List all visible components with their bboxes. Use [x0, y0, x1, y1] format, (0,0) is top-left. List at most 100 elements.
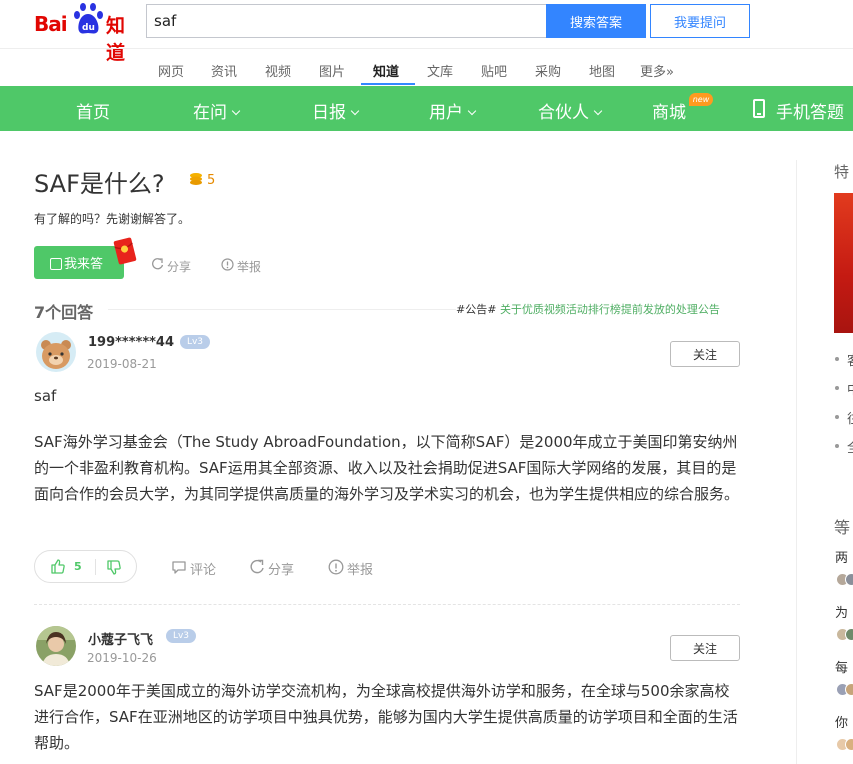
edit-icon [50, 258, 62, 270]
answer-text: SAF海外学习基金会（The Study AbroadFoundation，以下… [34, 433, 740, 503]
sidebar-divider [796, 160, 797, 764]
mini-avatar [845, 573, 853, 586]
tab-images[interactable]: 图片 [319, 61, 345, 80]
chevron-down-icon [350, 106, 360, 116]
bullet [835, 386, 839, 390]
nav-mobile-label: 手机答题 [776, 103, 844, 123]
answer-report-link[interactable]: 举报 [328, 559, 373, 578]
reward-coins: 5 [207, 173, 216, 188]
question-share-link[interactable]: 分享 [151, 258, 191, 275]
sidebar-question[interactable]: 每 [835, 657, 848, 676]
phone-icon [753, 99, 765, 118]
nav-partner-label: 合伙人 [538, 103, 589, 123]
sidebar-list-item[interactable]: 中 [847, 379, 853, 398]
nav-ribao[interactable]: 日报 [312, 98, 360, 123]
nav-ribao-label: 日报 [312, 103, 346, 123]
answer-username[interactable]: 小蔻子飞飞 [88, 629, 153, 648]
avatar-bear-image [36, 332, 76, 372]
announcement-tag: #公告# [456, 303, 497, 316]
chevron-down-icon [593, 106, 603, 116]
answer-text: SAF是2000年于美国成立的海外访学交流机构，为全球高校提供海外访学和服务，在… [34, 682, 738, 752]
main-nav: 首页 在问 日报 用户 合伙人 商城 手机答题 [0, 86, 853, 131]
vote-box: 5 [34, 550, 137, 583]
answer-separator [34, 604, 740, 605]
answer-count: 7个回答 [34, 303, 94, 322]
paw-icon: du [74, 3, 103, 34]
announcement: #公告# 关于优质视频活动排行榜提前发放的处理公告 [456, 301, 720, 317]
share-icon [152, 258, 164, 270]
report-icon [328, 559, 344, 575]
thumbs-up-icon[interactable] [51, 559, 65, 574]
answer-share-link[interactable]: 分享 [249, 559, 294, 578]
sidebar-list-item[interactable]: 往 [847, 408, 853, 427]
tab-web[interactable]: 网页 [158, 61, 184, 80]
search-answer-button[interactable]: 搜索答案 [546, 4, 646, 38]
question-report-link[interactable]: 举报 [221, 258, 261, 275]
nav-mobile-answer[interactable]: 手机答题 [776, 98, 844, 123]
bullet [835, 357, 839, 361]
follow-button[interactable]: 关注 [670, 635, 740, 661]
question-description: 有了解的吗？先谢谢解答了。 [34, 212, 191, 226]
nav-zaiwen-label: 在问 [193, 103, 227, 123]
bullet [835, 415, 839, 419]
nav-mall[interactable]: 商城 [652, 98, 686, 123]
search-input[interactable] [146, 4, 547, 38]
sidebar-list-item[interactable]: 客 [847, 350, 853, 369]
logo-text-bai: Bai [34, 12, 68, 36]
channel-tabs: 网页 资讯 视频 图片 知道 文库 贴吧 采购 地图 更多» [0, 48, 853, 86]
coin-icon [190, 173, 202, 185]
nav-zaiwen[interactable]: 在问 [193, 98, 241, 123]
comment-link[interactable]: 评论 [171, 559, 216, 578]
nav-home-label: 首页 [76, 103, 110, 123]
sidebar-question[interactable]: 你 [835, 712, 848, 731]
tab-tieba[interactable]: 贴吧 [481, 61, 507, 80]
tab-wenku[interactable]: 文库 [427, 61, 453, 80]
tab-map[interactable]: 地图 [589, 61, 615, 80]
mini-avatar [845, 683, 853, 696]
new-badge: new [689, 93, 713, 106]
ask-question-button[interactable]: 我要提问 [650, 4, 750, 38]
nav-mall-label: 商城 [652, 103, 686, 123]
tab-news[interactable]: 资讯 [211, 61, 237, 80]
sidebar-question[interactable]: 两 [835, 547, 848, 566]
level-badge: Lv3 [166, 629, 196, 643]
like-count: 5 [74, 560, 82, 573]
nav-users-label: 用户 [429, 103, 463, 123]
tab-purchase[interactable]: 采购 [535, 61, 561, 80]
nav-home[interactable]: 首页 [76, 98, 110, 123]
bullet [835, 444, 839, 448]
mini-avatar [845, 738, 853, 751]
report-icon [221, 258, 234, 271]
sidebar-list-item[interactable]: 全 [847, 437, 853, 456]
avatar[interactable] [36, 626, 76, 666]
announcement-link[interactable]: 关于优质视频活动排行榜提前发放的处理公告 [500, 303, 720, 316]
answer-text: saf [34, 387, 57, 405]
avatar[interactable] [36, 332, 76, 372]
mini-avatar [845, 628, 853, 641]
comment-icon [172, 561, 186, 574]
nav-partner[interactable]: 合伙人 [538, 98, 603, 123]
chevron-down-icon [467, 106, 477, 116]
divider [108, 309, 456, 310]
question-title: SAF是什么? [34, 170, 165, 198]
share-icon [250, 559, 264, 574]
tab-video[interactable]: 视频 [265, 61, 291, 80]
avatar-photo-image [36, 626, 76, 666]
red-packet-icon [113, 237, 137, 265]
sidebar-question[interactable]: 为 [835, 602, 848, 621]
answer-username[interactable]: 199******44 [88, 335, 174, 350]
tab-zhidao[interactable]: 知道 [373, 61, 399, 80]
thumbs-down-icon[interactable] [107, 560, 121, 575]
answer-date: 2019-10-26 [87, 651, 157, 665]
vote-divider [95, 559, 96, 575]
top-bar: Bai du 知道 搜索答案 我要提问 [0, 0, 853, 64]
baidu-zhidao-logo[interactable]: Bai du 知道 [34, 2, 138, 64]
sidebar-heading: 等 [834, 518, 851, 537]
sidebar-banner[interactable] [834, 193, 853, 333]
follow-button[interactable]: 关注 [670, 341, 740, 367]
answer-button[interactable]: 我来答 [34, 246, 124, 279]
chevron-down-icon [231, 106, 241, 116]
answer-date: 2019-08-21 [87, 357, 157, 371]
tab-more[interactable]: 更多» [640, 61, 674, 80]
nav-users[interactable]: 用户 [429, 98, 477, 123]
